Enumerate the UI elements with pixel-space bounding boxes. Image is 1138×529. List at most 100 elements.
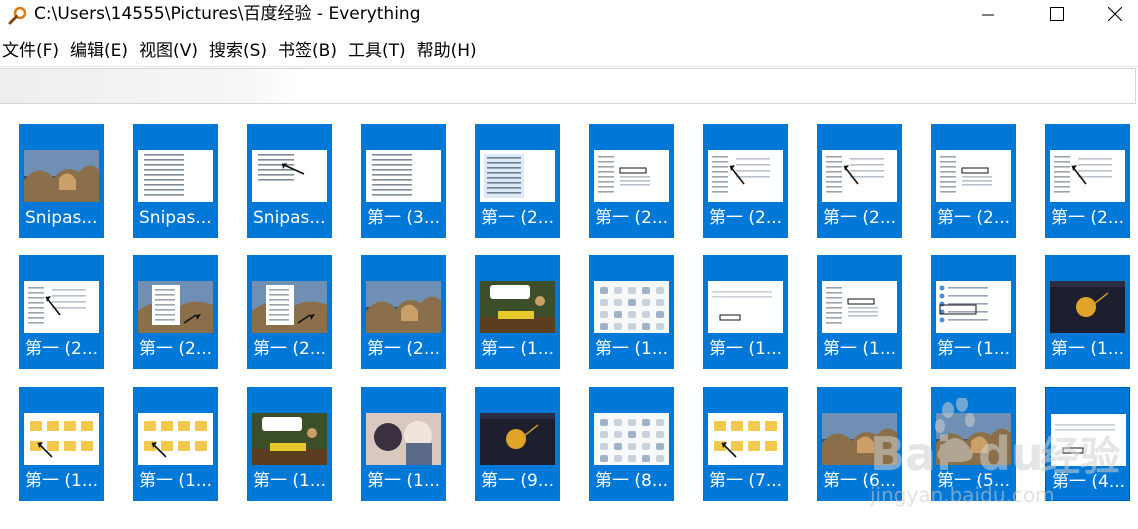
minimize-button[interactable] (965, 0, 1011, 30)
thumbnail-image (594, 413, 669, 465)
result-tile[interactable]: 第一 (2... (1045, 124, 1130, 238)
thumbnail-image (708, 413, 783, 465)
result-tile[interactable]: 第一 (9... (475, 387, 560, 501)
result-tile[interactable]: 第一 (2... (19, 255, 104, 369)
result-tile[interactable]: 第一 (1... (133, 387, 218, 501)
result-filename: 第一 (8... (595, 471, 669, 491)
title-bar: C:\Users\14555\Pictures\百度经验 - Everythin… (0, 0, 1138, 30)
thumbnail-image (252, 413, 327, 465)
result-filename: 第一 (1... (937, 339, 1011, 359)
thumbnail-image (594, 281, 669, 333)
result-filename: 第一 (1... (25, 471, 99, 491)
result-tile[interactable]: 第一 (6... (817, 387, 902, 501)
result-filename: 第一 (1... (595, 339, 669, 359)
result-tile[interactable]: 第一 (8... (589, 387, 674, 501)
thumbnail-image (252, 150, 327, 202)
maximize-icon (1050, 6, 1064, 25)
result-filename: 第一 (1... (367, 471, 441, 491)
menu-view[interactable]: 视图(V) (137, 38, 203, 64)
result-tile[interactable]: 第一 (1... (247, 387, 332, 501)
thumbnail-image (24, 281, 99, 333)
result-tile[interactable]: 第一 (1... (1045, 255, 1130, 369)
result-tile[interactable]: 第一 (2... (247, 255, 332, 369)
thumbnail-image (252, 281, 327, 333)
search-bar (0, 68, 1138, 106)
result-tile[interactable]: 第一 (5... (931, 387, 1016, 501)
thumbnail-image (366, 413, 441, 465)
thumbnail-image (936, 413, 1011, 465)
thumbnail-image (138, 150, 213, 202)
menu-divider (0, 66, 1138, 67)
thumbnail-image (1050, 150, 1125, 202)
results-grid: Snipas... Snipas... Snipas... 第一 (3... 第一 (2… (0, 107, 1138, 529)
result-filename: 第一 (3... (367, 208, 441, 228)
thumbnail-image (594, 150, 669, 202)
thumbnail-image (366, 150, 441, 202)
result-tile[interactable]: Snipas... (19, 124, 104, 238)
result-tile[interactable]: 第一 (3... (361, 124, 446, 238)
result-filename: 第一 (5... (937, 471, 1011, 491)
result-tile[interactable]: 第一 (2... (931, 124, 1016, 238)
thumbnail-image (24, 150, 99, 202)
result-filename: 第一 (1... (253, 471, 327, 491)
result-filename: 第一 (1... (1051, 339, 1125, 359)
menu-file[interactable]: 文件(F) (0, 38, 64, 64)
result-filename: 第一 (9... (481, 471, 555, 491)
thumbnail-image (366, 281, 441, 333)
result-filename: 第一 (2... (1051, 208, 1125, 228)
menu-help[interactable]: 帮助(H) (415, 38, 482, 64)
result-tile[interactable]: 第一 (7... (703, 387, 788, 501)
result-tile[interactable]: 第一 (1... (361, 387, 446, 501)
result-filename: 第一 (2... (823, 208, 897, 228)
result-filename: 第一 (4... (1052, 472, 1126, 492)
thumbnail-image (936, 150, 1011, 202)
result-tile[interactable]: 第一 (2... (589, 124, 674, 238)
result-filename: Snipas... (25, 208, 98, 228)
result-tile[interactable]: 第一 (1... (703, 255, 788, 369)
result-tile[interactable]: Snipas... (133, 124, 218, 238)
thumbnail-image (480, 413, 555, 465)
result-filename: 第一 (2... (367, 339, 441, 359)
thumbnail-image (480, 150, 555, 202)
result-filename: 第一 (6... (823, 471, 897, 491)
result-tile[interactable]: 第一 (1... (19, 387, 104, 501)
menu-edit[interactable]: 编辑(E) (68, 38, 133, 64)
maximize-button[interactable] (1034, 0, 1080, 30)
result-tile[interactable]: 第一 (1... (475, 255, 560, 369)
thumbnail-image (822, 413, 897, 465)
result-filename: 第一 (2... (937, 208, 1011, 228)
menu-bookmarks[interactable]: 书签(B) (276, 38, 342, 64)
result-tile[interactable]: Snipas... (247, 124, 332, 238)
result-tile[interactable]: 第一 (2... (361, 255, 446, 369)
minimize-icon (982, 6, 994, 25)
result-filename: Snipas... (139, 208, 212, 228)
result-tile[interactable]: 第一 (4... (1045, 387, 1130, 501)
thumbnail-image (708, 150, 783, 202)
magnifier-icon (8, 6, 28, 26)
result-filename: 第一 (2... (595, 208, 669, 228)
menu-search[interactable]: 搜索(S) (207, 38, 272, 64)
result-filename: 第一 (2... (139, 339, 213, 359)
thumbnail-image (708, 281, 783, 333)
result-tile[interactable]: 第一 (2... (817, 124, 902, 238)
thumbnail-image (480, 281, 555, 333)
result-tile[interactable]: 第一 (1... (817, 255, 902, 369)
result-tile[interactable]: 第一 (2... (703, 124, 788, 238)
result-filename: 第一 (1... (823, 339, 897, 359)
thumbnail-image (24, 413, 99, 465)
search-text-redacted (0, 69, 300, 103)
result-tile[interactable]: 第一 (1... (589, 255, 674, 369)
result-filename: 第一 (1... (481, 339, 555, 359)
result-tile[interactable]: 第一 (2... (475, 124, 560, 238)
result-filename: 第一 (2... (253, 339, 327, 359)
menu-tools[interactable]: 工具(T) (346, 38, 411, 64)
result-tile[interactable]: 第一 (1... (931, 255, 1016, 369)
thumbnail-image (822, 281, 897, 333)
close-button[interactable] (1092, 0, 1138, 30)
result-filename: 第一 (1... (709, 339, 783, 359)
thumbnail-image (1051, 414, 1126, 466)
window-title: C:\Users\14555\Pictures\百度经验 - Everythin… (34, 4, 421, 24)
thumbnail-image (138, 413, 213, 465)
result-tile[interactable]: 第一 (2... (133, 255, 218, 369)
result-filename: Snipas... (253, 208, 326, 228)
